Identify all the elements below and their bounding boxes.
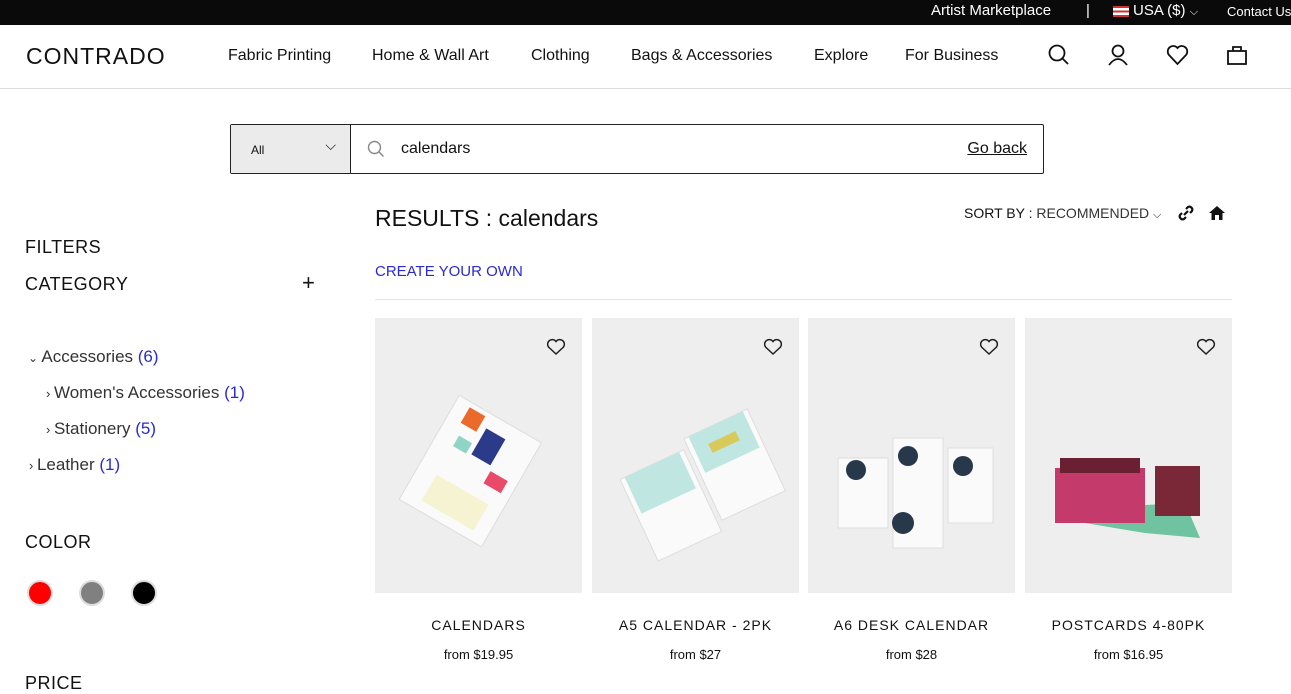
chevron-down-icon: ⌵ — [1189, 6, 1199, 18]
chevron-right-icon: › — [46, 386, 54, 401]
product-card[interactable]: A5 CALENDAR - 2PK from $27 — [592, 318, 799, 662]
artist-marketplace-link[interactable]: Artist Marketplace — [931, 2, 1051, 19]
color-filter-heading: COLOR — [25, 532, 92, 552]
search-icon — [367, 140, 384, 157]
sort-dropdown[interactable]: SORT BY : RECOMMENDED ⌵ — [964, 205, 1161, 222]
product-price: from $27 — [669, 647, 722, 662]
product-image[interactable] — [1025, 318, 1232, 593]
filters-heading: FILTERS — [25, 237, 102, 257]
shopping-bag-icon[interactable] — [1226, 44, 1248, 66]
tree-item-leather[interactable]: › Leather (1) — [29, 455, 120, 475]
product-price: from $28 — [885, 647, 938, 662]
nav-fabric-printing[interactable]: Fabric Printing — [228, 47, 331, 65]
divider — [375, 299, 1232, 300]
tree-item-womens-accessories[interactable]: › Women's Accessories (1) — [46, 383, 245, 403]
nav-explore[interactable]: Explore — [814, 47, 868, 65]
account-icon[interactable] — [1107, 44, 1129, 66]
product-card[interactable]: CALENDARS from $19.95 — [375, 318, 582, 662]
us-flag-icon — [1113, 5, 1129, 17]
product-name[interactable]: A5 CALENDAR - 2PK — [592, 617, 799, 633]
wishlist-heart-icon[interactable] — [1166, 44, 1189, 66]
search-icon[interactable] — [1048, 44, 1070, 66]
chevron-right-icon: › — [29, 458, 37, 473]
category-filter-heading[interactable]: CATEGORY — [25, 274, 128, 295]
chevron-right-icon: › — [46, 422, 54, 437]
color-swatch-red[interactable] — [27, 580, 53, 606]
product-name[interactable]: CALENDARS — [375, 617, 582, 633]
product-name[interactable]: POSTCARDS 4-80PK — [1025, 617, 1232, 633]
logo[interactable]: CONTRADO — [26, 43, 166, 70]
color-swatch-black[interactable] — [131, 580, 157, 606]
search-bar: All ⌵ calendars Go back — [230, 124, 1044, 174]
product-card[interactable]: A6 DESK CALENDAR from $28 — [808, 318, 1015, 662]
nav-bags-accessories[interactable]: Bags & Accessories — [631, 47, 772, 65]
wishlist-heart-icon[interactable] — [763, 338, 783, 356]
product-card[interactable]: POSTCARDS 4-80PK from $16.95 — [1025, 318, 1232, 662]
create-your-own-link[interactable]: CREATE YOUR OWN — [375, 263, 523, 280]
link-icon[interactable] — [1177, 204, 1195, 222]
wishlist-heart-icon[interactable] — [1196, 338, 1216, 356]
main-nav: CONTRADO Fabric Printing Home & Wall Art… — [0, 25, 1291, 89]
results-title: RESULTS : calendars — [375, 205, 599, 231]
nav-clothing[interactable]: Clothing — [531, 47, 590, 65]
top-bar: Artist Marketplace | USA ($) ⌵ Contact U… — [0, 0, 1291, 25]
nav-home-wall-art[interactable]: Home & Wall Art — [372, 47, 489, 65]
currency-selector[interactable]: USA ($) ⌵ — [1113, 2, 1198, 19]
product-price: from $19.95 — [443, 647, 514, 662]
product-price: from $16.95 — [1093, 647, 1164, 662]
home-icon[interactable] — [1208, 205, 1226, 221]
color-swatch-grey[interactable] — [79, 580, 105, 606]
category-select[interactable]: All ⌵ — [231, 125, 351, 173]
chevron-down-icon: ⌵ — [1153, 209, 1162, 221]
go-back-link[interactable]: Go back — [967, 140, 1027, 158]
product-image[interactable] — [808, 318, 1015, 593]
divider: | — [1086, 2, 1090, 19]
search-input[interactable]: calendars — [401, 140, 470, 158]
contact-us-link[interactable]: Contact Us — [1227, 4, 1291, 19]
product-name[interactable]: A6 DESK CALENDAR — [808, 617, 1015, 633]
chevron-down-icon: ⌄ — [28, 351, 42, 365]
wishlist-heart-icon[interactable] — [546, 338, 566, 356]
nav-for-business[interactable]: For Business — [905, 47, 998, 65]
product-image[interactable] — [592, 318, 799, 593]
tree-item-accessories[interactable]: ⌄ Accessories (6) — [28, 347, 159, 367]
tree-item-stationery[interactable]: › Stationery (5) — [46, 419, 156, 439]
chevron-down-icon: ⌵ — [325, 137, 336, 153]
product-image[interactable] — [375, 318, 582, 593]
wishlist-heart-icon[interactable] — [979, 338, 999, 356]
expand-plus-icon[interactable]: + — [302, 270, 315, 296]
